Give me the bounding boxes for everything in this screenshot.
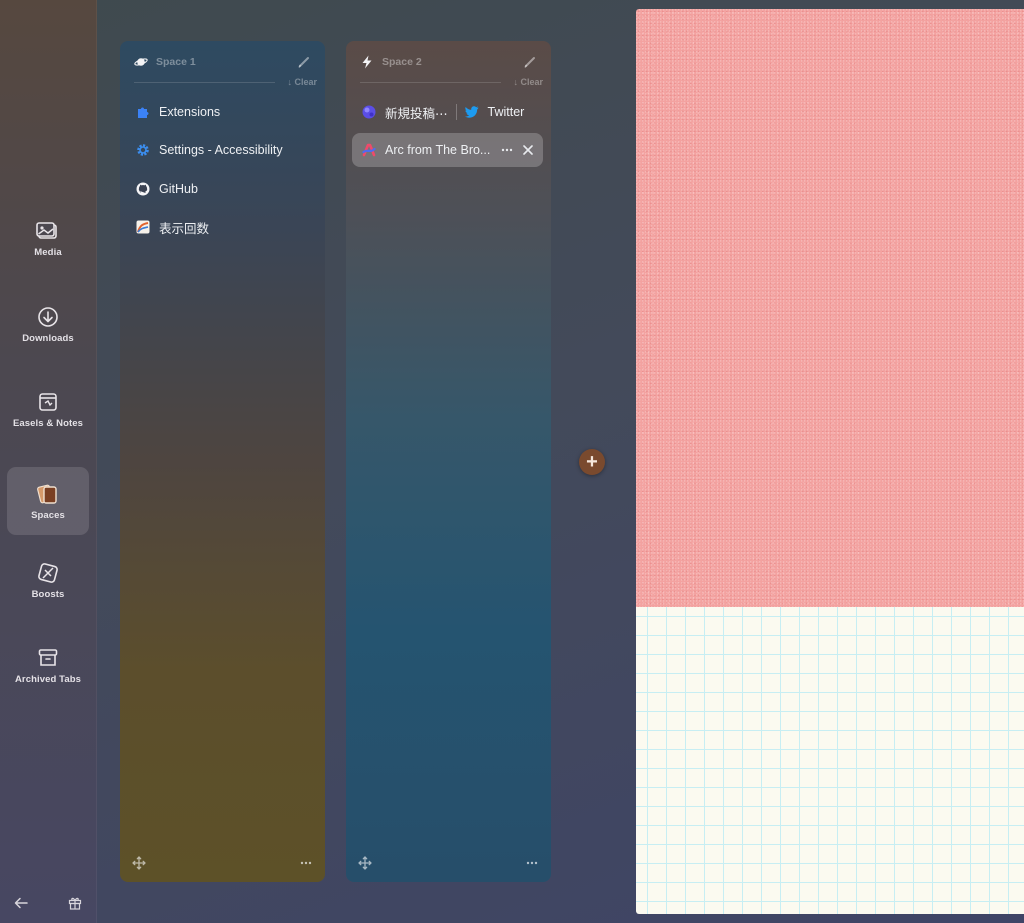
- sidebar-item-label: Easels & Notes: [12, 417, 84, 429]
- more-icon[interactable]: [525, 856, 539, 870]
- clear-label: Clear: [294, 77, 317, 87]
- split-tab-left-title: 新規投稿⋯: [385, 106, 448, 121]
- archive-icon: [36, 646, 60, 670]
- tab-title: Arc from The Bro...: [385, 143, 491, 157]
- clear-button[interactable]: ↓ Clear: [513, 77, 543, 87]
- arrow-left-icon[interactable]: [12, 894, 30, 912]
- puzzle-icon: [136, 105, 150, 119]
- edit-theme-icon[interactable]: [297, 55, 311, 69]
- split-tab-right-title: Twitter: [487, 105, 525, 119]
- twitter-icon: [464, 105, 479, 119]
- tab-item[interactable]: 表示回数: [126, 210, 317, 244]
- tab-item[interactable]: GitHub: [126, 172, 317, 206]
- tab-item[interactable]: Extensions: [126, 95, 317, 129]
- noise-texture: [636, 9, 1024, 607]
- space-card-1: Space 1 ↓ Clear Extensions Settings - Ac…: [120, 41, 325, 882]
- divider: [360, 82, 501, 83]
- tab-item-selected[interactable]: Arc from The Bro...: [352, 133, 543, 167]
- move-handle-icon[interactable]: [358, 856, 372, 870]
- tab-item[interactable]: Settings - Accessibility: [126, 133, 317, 167]
- split-tab-item[interactable]: 新規投稿⋯ Twitter: [352, 95, 543, 129]
- download-icon: [36, 305, 60, 329]
- arc-icon: [362, 143, 376, 157]
- grid-paper: [636, 607, 1024, 914]
- tab-title: GitHub: [159, 182, 198, 196]
- more-icon[interactable]: [299, 856, 313, 870]
- tab-title: Extensions: [159, 105, 221, 119]
- sidebar-item-boosts[interactable]: Boosts: [7, 546, 89, 614]
- split-divider: [455, 104, 457, 120]
- space-name[interactable]: Space 1: [156, 56, 196, 68]
- tab-title: 表示回数: [159, 221, 210, 236]
- sidebar-item-label: Spaces: [31, 509, 65, 521]
- add-space-button[interactable]: +: [579, 449, 605, 475]
- sidebar-item-label: Downloads: [22, 332, 74, 344]
- media-icon: [36, 219, 60, 243]
- edit-theme-icon[interactable]: [523, 55, 537, 69]
- easel-icon: [36, 390, 60, 414]
- tab-title: Settings - Accessibility: [159, 143, 283, 157]
- sidebar-item-easels-notes[interactable]: Easels & Notes: [7, 375, 89, 443]
- sidebar: Media Downloads Easels & Notes Spaces Bo…: [0, 0, 97, 923]
- page-preview: [636, 9, 1024, 914]
- gift-icon[interactable]: [66, 894, 84, 912]
- sidebar-item-downloads[interactable]: Downloads: [7, 290, 89, 358]
- space-card-2: Space 2 ↓ Clear 新規投稿⋯ Twitter Arc from T…: [346, 41, 551, 882]
- bolt-icon: [360, 55, 374, 69]
- sidebar-item-spaces[interactable]: Spaces: [7, 467, 89, 535]
- sidebar-item-label: Boosts: [31, 588, 65, 600]
- sidebar-item-media[interactable]: Media: [7, 204, 89, 272]
- space-name[interactable]: Space 2: [382, 56, 422, 68]
- close-icon[interactable]: [523, 145, 533, 155]
- sidebar-item-label: Archived Tabs: [14, 673, 82, 685]
- tab-more-icon[interactable]: [501, 148, 513, 152]
- chart-favicon: [136, 220, 150, 234]
- divider: [134, 82, 275, 83]
- clear-button[interactable]: ↓ Clear: [287, 77, 317, 87]
- spaces-icon: [36, 482, 60, 506]
- github-icon: [136, 182, 150, 196]
- sidebar-item-label: Media: [34, 246, 62, 258]
- move-handle-icon[interactable]: [132, 856, 146, 870]
- gear-icon: [136, 143, 150, 157]
- clear-label: Clear: [520, 77, 543, 87]
- sidebar-item-archived-tabs[interactable]: Archived Tabs: [7, 631, 89, 699]
- boost-icon: [36, 561, 60, 585]
- globe-favicon: [362, 105, 376, 119]
- planet-icon: [134, 55, 148, 69]
